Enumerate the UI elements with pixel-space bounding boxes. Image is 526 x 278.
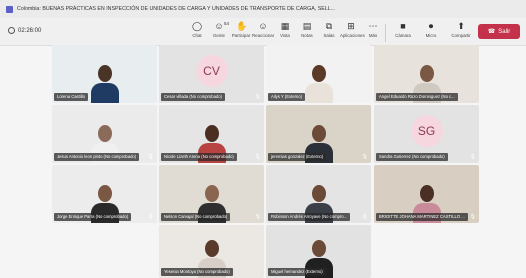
participant-name: Angel Eduardo Rozo Dominguez (No c... — [376, 93, 458, 101]
mic-label: Micro — [425, 33, 437, 38]
leave-label: Salir — [498, 28, 511, 35]
rooms-button[interactable]: ⧉ Salas — [318, 21, 340, 38]
participant-name: Sandra Gutierrez (No comprobado) — [376, 153, 448, 161]
chat-label: Chat — [192, 33, 202, 38]
camera-icon: ■ — [400, 21, 406, 31]
raise-label: Participar — [231, 33, 251, 38]
shield-icon — [8, 27, 15, 34]
mic-icon: ⏺ — [428, 21, 434, 31]
participant-name: jeremias gonzalez (Externo) — [268, 153, 327, 161]
participant-tile[interactable]: Angel Eduardo Rozo Dominguez (No c... — [374, 45, 479, 103]
leave-button[interactable]: ☎ Salir — [478, 24, 520, 39]
more-icon: ⋯ — [368, 21, 378, 31]
elapsed-time: 02:26:00 — [18, 27, 42, 34]
share-icon: ⬆ — [457, 21, 465, 31]
meeting-toolbar: 02:26:00 ◯ Chat ☺ 54 Gente ✋ Participar … — [0, 18, 526, 46]
participant-name: Lorena Castillo — [54, 93, 88, 101]
participant-tile[interactable]: Jesus Antonio leon pinto (No comprobado)… — [52, 105, 157, 163]
participant-name: Robinson Andrés Arroyave (No compro... — [268, 213, 351, 221]
mic-muted-icon: 🎙 — [254, 94, 261, 100]
participant-video — [90, 65, 119, 103]
participant-name: Nicole Lizeth Arena (No comprobado) — [161, 153, 237, 161]
toolbar-divider — [385, 24, 386, 42]
participant-tile[interactable]: Jorge Enrique Parra (No comprobado) 🎙 — [52, 165, 157, 223]
participant-tile[interactable]: jeremias gonzalez (Externo) 🎙 — [266, 105, 371, 163]
window-titlebar: Colombia: BUENAS PRÁCTICAS EN INSPECCIÓN… — [0, 0, 526, 18]
meeting-timer: 02:26:00 — [8, 27, 41, 34]
people-count: 54 — [223, 21, 229, 26]
mic-button[interactable]: ⏺ Micro — [420, 21, 442, 38]
participant-tile[interactable]: Ailys Y (Externo) — [266, 45, 371, 103]
chat-button[interactable]: ◯ Chat — [186, 21, 208, 38]
teams-logo-icon — [6, 5, 13, 13]
people-icon: ☺ — [214, 21, 224, 31]
participant-tile[interactable]: CV Cesar villada (No comprobado) 🎙 — [159, 45, 264, 103]
participant-tile[interactable]: Lorena Castillo — [52, 45, 157, 103]
camera-label: Cámara — [395, 33, 411, 38]
participant-tile[interactable]: Miguel hernandez (Externo) — [266, 225, 371, 278]
people-label: Gente — [213, 33, 225, 38]
window-title: Colombia: BUENAS PRÁCTICAS EN INSPECCIÓN… — [17, 6, 336, 12]
grid-icon: ▦ — [280, 21, 290, 31]
participant-name: Jorge Enrique Parra (No comprobado) — [54, 213, 132, 221]
participant-name: Nelson Carvajal (No comprobado) — [161, 213, 231, 221]
more-label: Más — [368, 33, 378, 38]
participant-tile[interactable]: BRIGITTE JOHANA MARTINEZ CASTILLO ... 🎙 — [374, 165, 479, 223]
chat-icon: ◯ — [192, 21, 203, 31]
rooms-icon: ⧉ — [325, 21, 333, 31]
phone-icon: ☎ — [487, 29, 496, 35]
apps-button[interactable]: ⊞ Aplicaciones — [340, 21, 365, 38]
share-label: Compartir — [451, 33, 471, 38]
participant-avatar: CV — [195, 55, 228, 88]
participant-name: Miguel hernandez (Externo) — [268, 268, 326, 276]
mic-muted-icon: 🎙 — [469, 214, 476, 220]
mic-muted-icon: 🎙 — [147, 154, 154, 160]
participant-name: Ailys Y (Externo) — [268, 93, 306, 101]
mic-muted-icon: 🎙 — [361, 214, 368, 220]
participant-tile[interactable]: Robinson Andrés Arroyave (No compro... 🎙 — [266, 165, 371, 223]
notes-icon: ▤ — [302, 21, 312, 31]
mic-muted-icon: 🎙 — [361, 154, 368, 160]
participant-avatar: SG — [410, 115, 443, 148]
apps-label: Aplicaciones — [340, 33, 365, 38]
participant-video — [304, 65, 333, 103]
participant-name: Cesar villada (No comprobado) — [161, 93, 225, 101]
smiley-icon: ☺ — [258, 21, 268, 31]
view-button[interactable]: ▦ Vista — [274, 21, 296, 38]
people-button[interactable]: ☺ 54 Gente — [208, 21, 230, 38]
mic-muted-icon: 🎙 — [254, 154, 261, 160]
raise-hand-button[interactable]: ✋ Participar — [230, 21, 252, 38]
mic-muted-icon: 🎙 — [254, 214, 261, 220]
rooms-label: Salas — [323, 33, 335, 38]
mic-muted-icon: 🎙 — [147, 214, 154, 220]
participant-tile[interactable]: Nelson Carvajal (No comprobado) 🎙 — [159, 165, 264, 223]
hand-icon: ✋ — [236, 21, 248, 31]
notes-button[interactable]: ▤ Notas — [296, 21, 318, 38]
participant-name: BRIGITTE JOHANA MARTINEZ CASTILLO ... — [376, 213, 468, 221]
react-button[interactable]: ☺ Reaccionar — [252, 21, 274, 38]
view-label: Vista — [280, 33, 290, 38]
participant-name: Jesus Antonio leon pinto (No comprobado) — [54, 153, 140, 161]
apps-icon: ⊞ — [347, 21, 355, 31]
participant-name: Yesenia Montoya (No comprobado) — [161, 268, 233, 276]
react-label: Reaccionar — [252, 33, 275, 38]
mic-muted-icon: 🎙 — [469, 154, 476, 160]
share-button[interactable]: ⬆ Compartir — [450, 21, 472, 38]
participant-tile[interactable]: Nicole Lizeth Arena (No comprobado) 🎙 — [159, 105, 264, 163]
camera-button[interactable]: ■ Cámara — [392, 21, 414, 38]
notes-label: Notas — [301, 33, 313, 38]
participant-tile[interactable]: SG Sandra Gutierrez (No comprobado) 🎙 — [374, 105, 479, 163]
participant-tile[interactable]: Yesenia Montoya (No comprobado) — [159, 225, 264, 278]
more-button[interactable]: ⋯ Más — [362, 21, 384, 38]
